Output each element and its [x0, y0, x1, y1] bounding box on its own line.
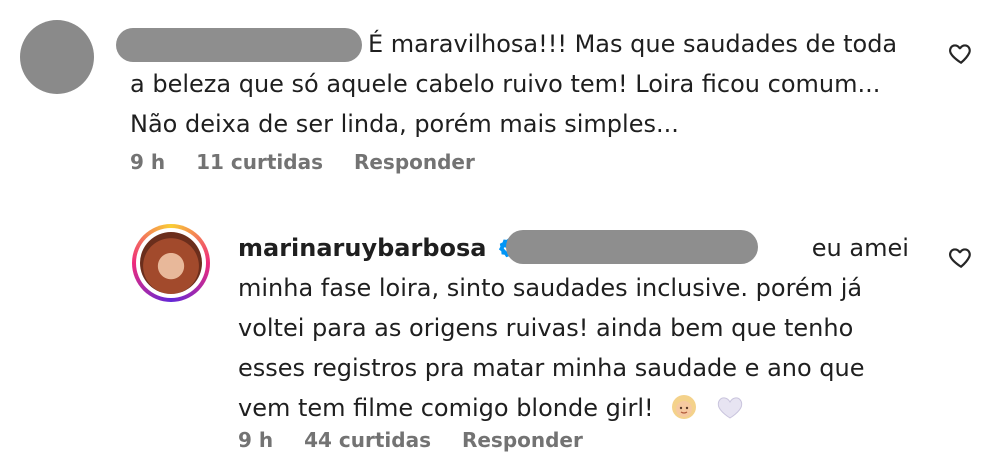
profile-photo: [140, 232, 202, 294]
comment-reply-button[interactable]: Responder: [354, 150, 475, 174]
comment-meta: 9 h 11 curtidas Responder: [130, 150, 499, 174]
reply-reply-button[interactable]: Responder: [462, 428, 583, 452]
reply-text-line: esses registros pra matar minha saudade …: [238, 354, 865, 382]
comment-text: É maravilhosa!!! Mas que saudades de tod…: [130, 24, 930, 144]
redacted-mention: [506, 230, 758, 264]
reply-username[interactable]: marinaruybarbosa: [238, 234, 486, 262]
blonde-person-emoji-icon: [672, 395, 697, 419]
reply-avatar[interactable]: [132, 224, 210, 302]
comment-text-line: É maravilhosa!!! Mas que saudades de tod…: [368, 30, 898, 58]
commenter-avatar[interactable]: [20, 20, 94, 94]
heart-icon[interactable]: [948, 40, 974, 66]
comment-text-line: Não deixa de ser linda, porém mais simpl…: [130, 110, 679, 138]
heart-icon[interactable]: [948, 244, 974, 270]
comment-text-line: a beleza que só aquele cabelo ruivo tem!…: [130, 70, 881, 98]
reply-time[interactable]: 9 h: [238, 428, 273, 452]
reply-text-line: vem tem filme comigo blonde girl!: [238, 394, 654, 422]
reply-text-line: minha fase loira, sinto saudades inclusi…: [238, 274, 863, 302]
comment-time[interactable]: 9 h: [130, 150, 165, 174]
reply-text-line: voltei para as origens ruivas! ainda bem…: [238, 314, 854, 342]
reply-likes[interactable]: 44 curtidas: [304, 428, 431, 452]
reply-meta: 9 h 44 curtidas Responder: [238, 428, 607, 452]
reply-text: marinaruybarbosa eu amei minha fase loir…: [238, 228, 958, 428]
comment-likes[interactable]: 11 curtidas: [196, 150, 323, 174]
reply-text-line: eu amei: [811, 234, 909, 262]
white-heart-emoji-icon: [717, 397, 743, 419]
